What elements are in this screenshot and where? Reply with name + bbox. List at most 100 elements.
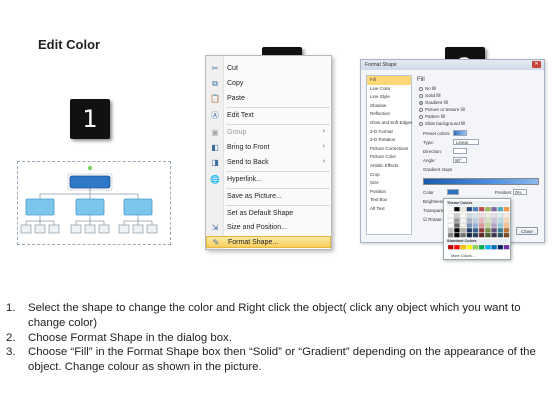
theme-color-swatch[interactable]	[447, 232, 454, 238]
theme-color-swatch[interactable]	[447, 218, 454, 223]
theme-color-swatch[interactable]	[447, 206, 454, 212]
theme-color-swatch[interactable]	[472, 232, 479, 238]
theme-color-swatch[interactable]	[466, 206, 473, 212]
theme-color-swatch[interactable]	[454, 227, 460, 233]
theme-color-swatch[interactable]	[466, 213, 473, 218]
close-button[interactable]: Close	[516, 227, 538, 235]
theme-color-swatch[interactable]	[491, 206, 497, 212]
option-pattern-fill[interactable]: Pattern fill	[419, 114, 445, 119]
theme-color-swatch[interactable]	[466, 227, 473, 233]
category-shadow[interactable]: Shadow	[367, 102, 411, 111]
standard-color-swatch[interactable]	[503, 244, 510, 250]
theme-color-swatch[interactable]	[497, 218, 504, 223]
option-solid-fill[interactable]: Solid fill	[419, 93, 441, 98]
theme-color-swatch[interactable]	[497, 232, 504, 238]
theme-color-swatch[interactable]	[460, 213, 466, 218]
theme-color-swatch[interactable]	[485, 227, 491, 233]
theme-color-swatch[interactable]	[460, 227, 466, 233]
theme-color-swatch[interactable]	[485, 218, 491, 223]
theme-color-swatch[interactable]	[491, 213, 497, 218]
theme-color-swatch[interactable]	[491, 227, 497, 233]
menu-item-format-shape[interactable]: ✎ Format Shape...	[206, 236, 331, 248]
standard-color-swatch[interactable]	[466, 244, 473, 250]
theme-color-swatch[interactable]	[454, 218, 460, 223]
theme-color-swatch[interactable]	[454, 223, 460, 228]
menu-item-group[interactable]: ▣ Group ›	[206, 127, 331, 139]
standard-color-swatch[interactable]	[454, 244, 460, 250]
category-line-color[interactable]: Line Color	[367, 85, 411, 94]
category-alt-text[interactable]: Alt Text	[367, 205, 411, 214]
menu-item-save-as-picture[interactable]: Save as Picture...	[206, 191, 331, 203]
menu-item-edit-text[interactable]: Ⓐ Edit Text	[206, 110, 331, 122]
menu-item-cut[interactable]: ✂ Cut	[206, 63, 331, 75]
theme-color-swatch[interactable]	[460, 232, 466, 238]
theme-color-swatch[interactable]	[491, 218, 497, 223]
theme-color-swatch[interactable]	[447, 213, 454, 218]
theme-color-swatch[interactable]	[460, 218, 466, 223]
type-dropdown[interactable]: Linear	[453, 139, 479, 145]
category-3d-format[interactable]: 3-D Format	[367, 128, 411, 137]
theme-color-swatch[interactable]	[478, 223, 485, 228]
close-icon[interactable]: ✕	[532, 61, 541, 68]
menu-item-bring-to-front[interactable]: ◧ Bring to Front ›	[206, 142, 331, 154]
theme-color-swatch[interactable]	[503, 206, 510, 212]
theme-color-swatch[interactable]	[497, 223, 504, 228]
menu-item-copy[interactable]: ⧉ Copy	[206, 78, 331, 90]
menu-item-paste[interactable]: 📋 Paste	[206, 93, 331, 105]
option-slide-background-fill[interactable]: Slide background fill	[419, 121, 465, 126]
standard-color-swatch[interactable]	[491, 244, 497, 250]
theme-color-swatch[interactable]	[491, 223, 497, 228]
standard-color-swatch[interactable]	[485, 244, 491, 250]
theme-color-swatch[interactable]	[497, 213, 504, 218]
category-crop[interactable]: Crop	[367, 171, 411, 180]
menu-item-size-and-position[interactable]: ⇲ Size and Position...	[206, 222, 331, 234]
theme-color-swatch[interactable]	[466, 223, 473, 228]
option-no-fill[interactable]: No fill	[419, 86, 436, 91]
standard-color-swatch[interactable]	[472, 244, 479, 250]
category-artistic-effects[interactable]: Artistic Effects	[367, 162, 411, 171]
category-text-box[interactable]: Text Box	[367, 196, 411, 205]
theme-color-swatch[interactable]	[472, 223, 479, 228]
angle-input[interactable]: 90°	[453, 157, 467, 163]
more-colors-link[interactable]: More Colors...	[451, 254, 475, 258]
theme-color-swatch[interactable]	[472, 218, 479, 223]
theme-color-swatch[interactable]	[478, 213, 485, 218]
theme-color-swatch[interactable]	[472, 227, 479, 233]
theme-color-swatch[interactable]	[478, 206, 485, 212]
theme-color-swatch[interactable]	[478, 218, 485, 223]
preset-colors-dropdown[interactable]	[453, 130, 467, 136]
theme-color-swatch[interactable]	[485, 223, 491, 228]
category-picture-color[interactable]: Picture Color	[367, 153, 411, 162]
theme-color-swatch[interactable]	[478, 232, 485, 238]
option-picture-fill[interactable]: Picture or texture fill	[419, 107, 465, 112]
menu-item-set-default-shape[interactable]: Set as Default Shape	[206, 208, 331, 220]
theme-color-swatch[interactable]	[466, 218, 473, 223]
standard-color-swatch[interactable]	[497, 244, 504, 250]
theme-color-swatch[interactable]	[503, 213, 510, 218]
theme-color-swatch[interactable]	[447, 227, 454, 233]
category-3d-rotation[interactable]: 3-D Rotation	[367, 136, 411, 145]
category-reflection[interactable]: Reflection	[367, 110, 411, 119]
standard-color-swatch[interactable]	[447, 244, 454, 250]
direction-dropdown[interactable]	[453, 148, 467, 154]
menu-item-hyperlink[interactable]: 🌐 Hyperlink...	[206, 174, 331, 186]
theme-color-swatch[interactable]	[485, 232, 491, 238]
theme-color-swatch[interactable]	[503, 223, 510, 228]
theme-color-swatch[interactable]	[466, 232, 473, 238]
theme-color-swatch[interactable]	[503, 227, 510, 233]
standard-color-swatch[interactable]	[460, 244, 466, 250]
category-size[interactable]: Size	[367, 179, 411, 188]
theme-color-swatch[interactable]	[447, 223, 454, 228]
theme-color-swatch[interactable]	[454, 213, 460, 218]
theme-color-swatch[interactable]	[491, 232, 497, 238]
category-position[interactable]: Position	[367, 188, 411, 197]
color-picker-button[interactable]	[447, 189, 459, 195]
category-fill[interactable]: Fill	[367, 76, 411, 85]
theme-color-swatch[interactable]	[478, 227, 485, 233]
theme-color-swatch[interactable]	[503, 218, 510, 223]
theme-color-swatch[interactable]	[485, 206, 491, 212]
theme-color-swatch[interactable]	[503, 232, 510, 238]
theme-color-swatch[interactable]	[454, 206, 460, 212]
theme-color-swatch[interactable]	[497, 206, 504, 212]
theme-color-swatch[interactable]	[454, 232, 460, 238]
